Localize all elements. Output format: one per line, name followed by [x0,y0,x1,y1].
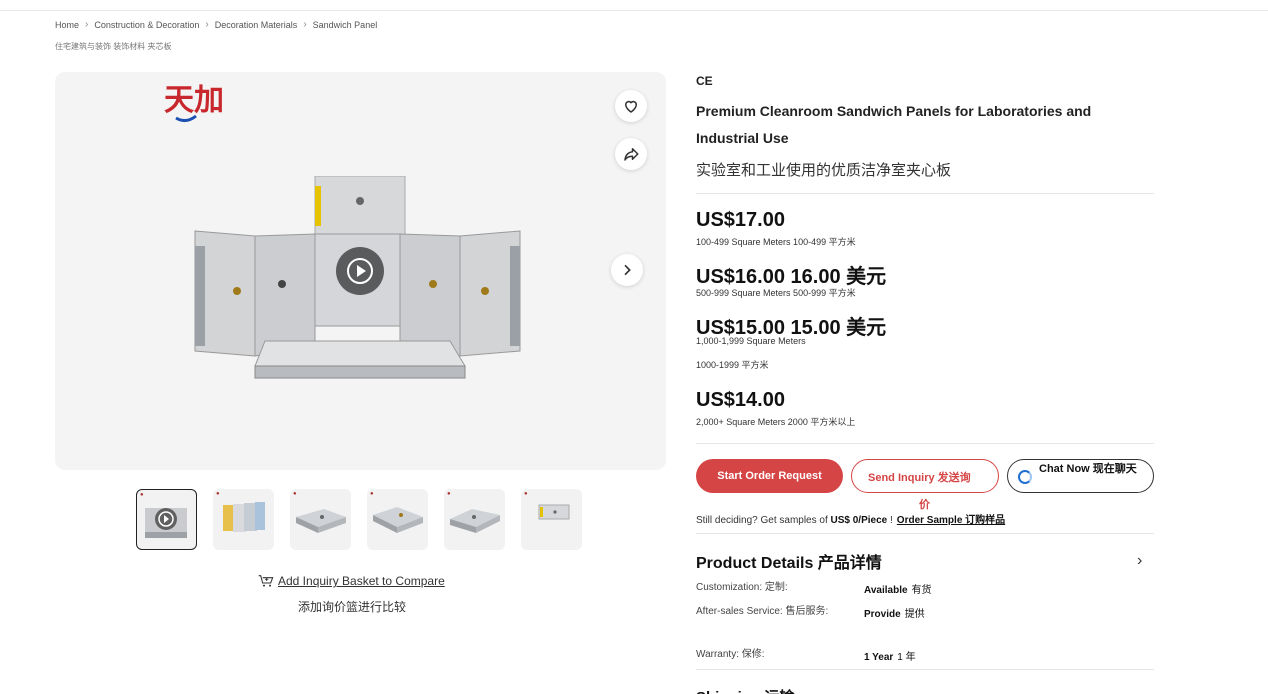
divider [696,533,1154,534]
detail-value: Available [864,585,908,596]
thumbnail-image [145,508,187,538]
product-title-translation: 实验室和工业使用的优质洁净室夹心板 [696,162,952,179]
thumbnail-image [296,509,346,533]
brand-logo: ● [140,492,144,498]
product-details-heading[interactable]: Product Details 产品详情 [696,549,882,573]
breadcrumb: Home › Construction & Decoration › Decor… [55,19,377,30]
sample-price: US$ 0/Piece [830,515,888,526]
price-tier-4-range: 2,000+ Square Meters 2000 平方米以上 [696,417,856,427]
detail-value-customization: Available 有货 [864,581,932,596]
chevron-right-icon: › [303,19,307,30]
divider [696,193,1154,194]
compare-label: Add Inquiry Basket to Compare [278,574,445,588]
cart-add-icon [258,575,274,587]
shipping-heading[interactable]: Shipping 运输 [696,686,794,694]
detail-value-warranty: 1 Year 1 年 [864,648,916,663]
detail-label-after-sales: After-sales Service: 售后服务: [696,606,829,617]
chevron-right-icon[interactable]: › [1137,552,1142,570]
thumbnail-image [373,507,423,533]
thumbnail-image [450,509,500,533]
sample-text: Still deciding? Get samples of [696,515,831,526]
brand-logo: ● [524,491,528,497]
svg-text:天加: 天加 [164,84,224,117]
detail-label-warranty: Warranty: 保修: [696,649,765,660]
sample-bang: ! [887,515,893,526]
chevron-right-icon: › [205,19,209,30]
detail-value-translation: 1 年 [897,652,916,663]
breadcrumb-home[interactable]: Home [55,20,79,30]
thumbnail-image [223,502,265,532]
price-tier-3-range-translation: 1000-1999 平方米 [696,360,769,370]
breadcrumb-translation: 住宅建筑与装饰 装饰材料 夹芯板 [55,42,172,51]
thumbnail-strip: ● ● ● ● ● ● [136,489,582,550]
play-video-button[interactable] [336,247,384,295]
thumbnail-image[interactable]: ● [521,489,582,550]
share-button[interactable] [615,138,647,170]
divider [696,443,1154,444]
thumbnail-image[interactable]: ● [444,489,505,550]
price-tier-1-range: 100-499 Square Meters 100-499 平方米 [696,237,856,247]
brand-logo: ● [216,491,220,497]
thumbnail-image [538,504,570,520]
detail-value-after-sales: Provide 提供 [864,605,925,620]
breadcrumb-sandwich-panel[interactable]: Sandwich Panel [313,20,378,30]
price-tier-2-range: 500-999 Square Meters 500-999 平方米 [696,288,856,298]
price-tier-2: US$16.00 16.00 美元 [696,266,887,288]
thumbnail-image[interactable]: ● [213,489,274,550]
detail-value-translation: 有货 [911,585,932,596]
detail-value: Provide [864,609,901,620]
heart-icon [624,100,638,113]
chat-status-icon [1018,470,1032,484]
divider [696,669,1154,670]
chat-now-label: Chat Now 现在聊天 [1039,463,1137,475]
chat-now-button[interactable]: Chat Now 现在聊天 [1007,459,1154,493]
start-order-button[interactable]: Start Order Request [696,459,843,493]
share-icon [624,148,639,161]
breadcrumb-construction[interactable]: Construction & Decoration [94,20,199,30]
compare-label-translation: 添加询价篮进行比较 [298,600,407,614]
order-sample-link[interactable]: Order Sample 订购样品 [897,515,1005,526]
ce-certification-badge: CE [696,74,713,88]
send-inquiry-label: Send Inquiry 发送询 [868,472,971,484]
favorite-button[interactable] [615,90,647,122]
product-gallery: 天加 [55,72,666,470]
send-inquiry-button[interactable]: Send Inquiry 发送询 价 [851,459,999,511]
brand-logo: ● [293,491,297,497]
product-title: Premium Cleanroom Sandwich Panels for La… [696,103,1092,146]
thumbnail-image[interactable]: ● [290,489,351,550]
price-tier-1: US$17.00 [696,209,785,231]
play-icon [347,258,373,284]
brand-logo: 天加 [164,84,224,123]
price-tier-4: US$14.00 [696,389,785,411]
chevron-right-icon [624,264,631,276]
sample-notice: Still deciding? Get samples of US$ 0/Pie… [696,511,1005,526]
next-image-button[interactable] [611,254,643,286]
brand-logo: ● [370,491,374,497]
send-inquiry-label-overflow: 价 [919,499,930,511]
brand-logo: ● [447,491,451,497]
thumbnail-video[interactable]: ● [136,489,197,550]
breadcrumb-decoration[interactable]: Decoration Materials [215,20,298,30]
detail-label-customization: Customization: 定制: [696,582,788,593]
add-to-compare-link[interactable]: Add Inquiry Basket to Compare [258,574,445,588]
chevron-right-icon: › [85,19,89,30]
price-tier-3-range: 1,000-1,999 Square Meters [696,336,806,346]
thumbnail-image[interactable]: ● [367,489,428,550]
top-divider [0,10,1268,11]
detail-value-translation: 提供 [904,609,925,620]
detail-value: 1 Year [864,652,894,663]
